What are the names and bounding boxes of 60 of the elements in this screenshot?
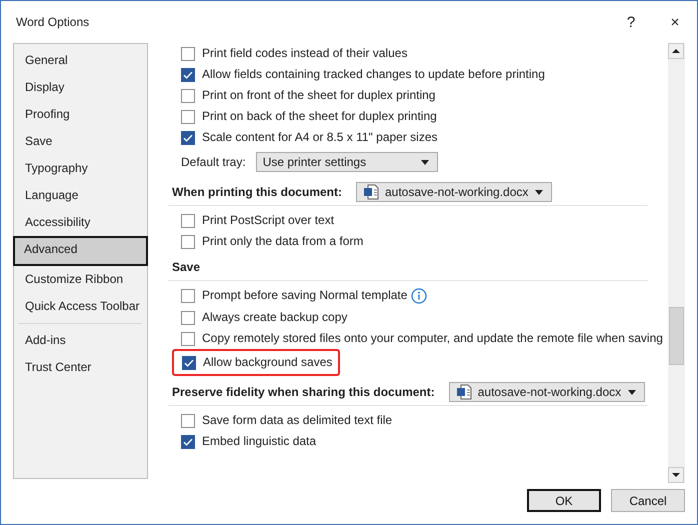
- checkbox[interactable]: [181, 131, 195, 145]
- scroll-up-icon[interactable]: [668, 43, 684, 59]
- checkbox[interactable]: [181, 214, 195, 228]
- sidebar-item[interactable]: Accessibility: [14, 209, 147, 236]
- checkbox-label: Scale content for A4 or 8.5 x 11" paper sizes: [202, 130, 438, 145]
- sidebar-item[interactable]: Add-ins: [14, 327, 147, 354]
- document-dropdown[interactable]: autosave-not-working.docx: [448, 382, 645, 402]
- document-icon: [456, 384, 472, 400]
- checkbox-label: Copy remotely stored files onto your computer, and update the remote file when saving: [202, 331, 663, 346]
- section-heading: Save: [172, 260, 200, 274]
- checkbox[interactable]: [181, 89, 195, 103]
- checkbox-label: Print PostScript over text: [202, 213, 334, 228]
- scrollbar-thumb[interactable]: [669, 307, 684, 365]
- section-heading: Preserve fidelity when sharing this document:: [172, 385, 435, 399]
- checkbox-label: Embed linguistic data: [202, 434, 316, 449]
- info-icon[interactable]: [411, 288, 428, 304]
- scroll-down-icon[interactable]: [668, 467, 684, 483]
- document-icon: [362, 184, 379, 200]
- checkbox[interactable]: [181, 414, 195, 428]
- scrollbar[interactable]: [668, 43, 685, 483]
- checkbox[interactable]: [181, 235, 195, 249]
- sidebar-item[interactable]: Quick Access Toolbar: [14, 293, 147, 320]
- checkbox[interactable]: [181, 311, 195, 325]
- sidebar-item[interactable]: Trust Center: [14, 354, 147, 381]
- sidebar-item[interactable]: Display: [14, 74, 147, 101]
- tray-dropdown[interactable]: Use printer settings: [256, 152, 438, 172]
- document-dropdown[interactable]: autosave-not-working.docx: [356, 182, 552, 202]
- checkbox-label: Allow background saves: [203, 355, 332, 370]
- checkbox-label: Prompt before saving Normal template: [202, 288, 408, 303]
- checkbox[interactable]: [181, 110, 195, 124]
- window-title: Word Options: [16, 15, 90, 29]
- checkbox[interactable]: [181, 435, 195, 449]
- close-button[interactable]: ×: [653, 4, 697, 40]
- checkbox[interactable]: [181, 68, 195, 82]
- help-button[interactable]: ?: [609, 4, 653, 40]
- checkbox[interactable]: [182, 356, 196, 370]
- section-heading: When printing this document:: [172, 185, 342, 199]
- checkbox-label: Print on back of the sheet for duplex printing: [202, 109, 437, 124]
- cancel-button[interactable]: Cancel: [611, 489, 685, 512]
- checkbox[interactable]: [181, 47, 195, 61]
- sidebar-item[interactable]: Proofing: [14, 101, 147, 128]
- sidebar-item[interactable]: Typography: [14, 155, 147, 182]
- checkbox-label: Allow fields containing tracked changes to update before printing: [202, 67, 545, 82]
- checkbox[interactable]: [181, 289, 195, 303]
- sidebar-item[interactable]: Save: [14, 128, 147, 155]
- checkbox-label: Save form data as delimited text file: [202, 413, 392, 428]
- caret-icon: [420, 160, 429, 164]
- caret-icon: [628, 390, 636, 394]
- caret-icon: [534, 190, 543, 194]
- sidebar-item[interactable]: General: [14, 47, 147, 74]
- checkbox-label: Print only the data from a form: [202, 234, 364, 249]
- checkbox-label: Always create backup copy: [202, 310, 348, 325]
- sidebar-item[interactable]: Language: [14, 182, 147, 209]
- sidebar-item[interactable]: Customize Ribbon: [14, 266, 147, 293]
- checkbox-label: Print field codes instead of their values: [202, 46, 408, 61]
- sidebar-item[interactable]: Advanced: [13, 236, 148, 266]
- checkbox-label: Print on front of the sheet for duplex printing: [202, 88, 436, 103]
- ok-button[interactable]: OK: [527, 489, 601, 512]
- field-label: Default tray:: [181, 154, 246, 170]
- checkbox[interactable]: [181, 332, 195, 346]
